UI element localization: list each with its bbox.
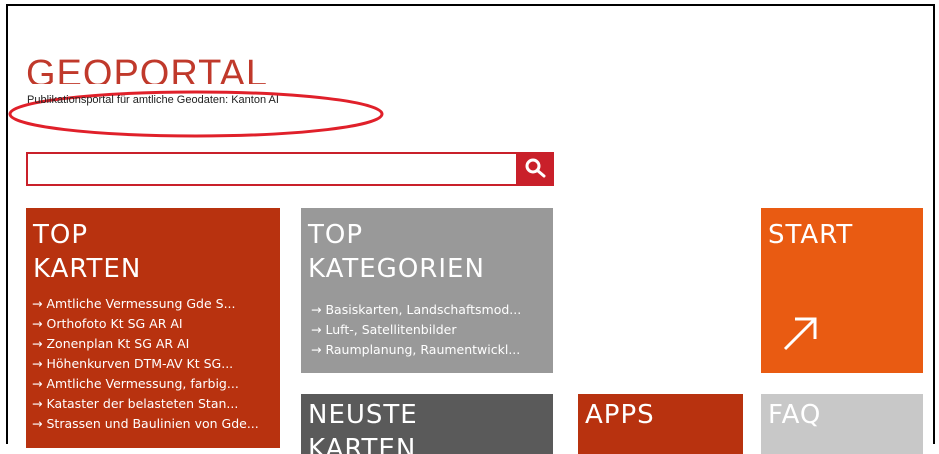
tile-top-kategorien-title: TOP KATEGORIEN — [308, 220, 485, 284]
tile-apps[interactable]: APPS — [578, 394, 743, 454]
tile-start-title: START — [768, 220, 854, 250]
map-link[interactable]: → Kataster der belasteten Stan... — [32, 394, 280, 414]
annotation-ellipse — [8, 90, 384, 138]
tile-faq[interactable]: FAQ — [761, 394, 923, 454]
tile-start[interactable]: START — [761, 208, 923, 373]
map-link[interactable]: → Amtliche Vermessung, farbig... — [32, 374, 280, 394]
arrow-right-icon: → — [32, 336, 43, 351]
arrow-right-icon: → — [311, 342, 322, 357]
tile-apps-title: APPS — [585, 400, 655, 430]
category-link[interactable]: → Basiskarten, Landschaftsmod... — [311, 300, 553, 320]
tile-top-kategorien[interactable]: TOP KATEGORIEN → Basiskarten, Landschafts… — [301, 208, 553, 373]
map-link[interactable]: → Strassen und Baulinien von Gde... — [32, 414, 280, 434]
search-input[interactable] — [26, 152, 518, 186]
arrow-right-icon: → — [311, 302, 322, 317]
map-link[interactable]: → Orthofoto Kt SG AR AI — [32, 314, 280, 334]
arrow-right-icon: → — [32, 316, 43, 331]
tile-faq-title: FAQ — [768, 400, 822, 430]
top-kategorien-list: → Basiskarten, Landschaftsmod... → Luft-, … — [301, 300, 553, 360]
arrow-right-icon: → — [311, 322, 322, 337]
arrow-right-icon: → — [32, 356, 43, 371]
tile-top-karten[interactable]: TOP KARTEN → Amtliche Vermessung Gde S...… — [26, 208, 280, 448]
map-link[interactable]: → Zonenplan Kt SG AR AI — [32, 334, 280, 354]
arrow-right-icon: → — [32, 416, 43, 431]
tile-neuste-karten-title: NEUSTE KARTEN — [308, 400, 418, 454]
category-link[interactable]: → Luft-, Satellitenbilder — [311, 320, 553, 340]
search-icon — [525, 158, 546, 178]
map-link[interactable]: → Amtliche Vermessung Gde S... — [32, 294, 280, 314]
arrow-right-icon: → — [32, 296, 43, 311]
arrow-right-icon: → — [32, 376, 43, 391]
search-button[interactable] — [518, 152, 554, 186]
arrow-up-right-icon — [783, 317, 817, 351]
site-subtitle: Publikationsportal für amtliche Geodaten… — [27, 94, 279, 106]
top-karten-list: → Amtliche Vermessung Gde S... → Orthofoto… — [26, 294, 280, 434]
category-link[interactable]: → Raumplanung, Raumentwickl... — [311, 340, 553, 360]
map-link[interactable]: → Höhenkurven DTM-AV Kt SG... — [32, 354, 280, 374]
arrow-right-icon: → — [32, 396, 43, 411]
tile-top-karten-title: TOP KARTEN — [33, 220, 142, 284]
tile-neuste-karten[interactable]: NEUSTE KARTEN — [301, 394, 553, 454]
